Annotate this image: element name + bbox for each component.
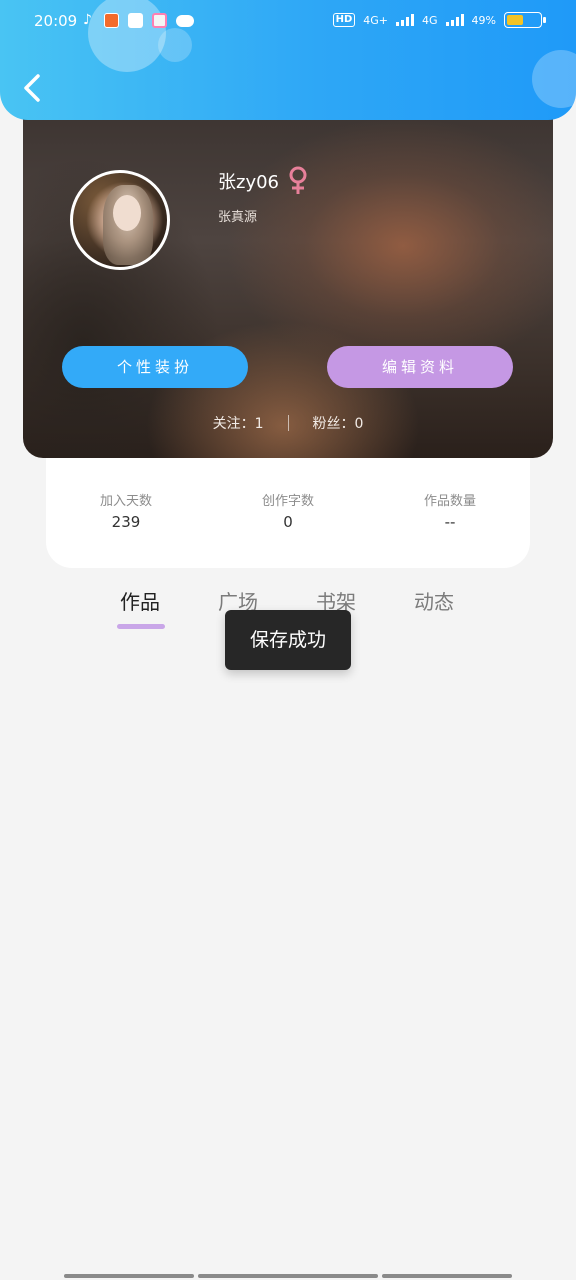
notification-icons: ♪ [80,13,194,28]
back-button[interactable] [18,70,48,106]
stat-value: 239 [111,513,141,531]
fans-count[interactable]: 粉丝：0 [289,413,388,433]
header-bar: 20:09 ♪ HD 4G+ 4G 49% [0,0,576,120]
toast-message: 保存成功 [225,610,351,670]
app-notification-icon [128,13,143,28]
status-time: 20:09 [34,12,78,30]
edit-profile-button[interactable]: 编辑资料 [327,346,513,388]
app-notification-icon [152,13,167,28]
profile-page: 20:09 ♪ HD 4G+ 4G 49% 张zy06 张真源 个性装扮 编辑资… [0,0,576,1280]
tiktok-icon: ♪ [83,12,92,28]
hd-badge: HD [332,13,356,27]
decorate-button[interactable]: 个性装扮 [62,346,248,388]
stat-join-days: 加入天数 239 [46,490,206,531]
cloud-icon [176,14,194,27]
follow-stats: 关注：1 粉丝：0 [23,412,553,434]
stat-value: -- [444,513,456,531]
female-gender-icon [289,166,307,194]
username: 张zy06 [218,172,280,193]
battery-fill [507,15,523,25]
home-indicator[interactable] [64,1274,512,1278]
chevron-left-icon [24,74,40,102]
tab-activity[interactable]: 动态 [386,586,482,615]
avatar[interactable] [70,170,170,270]
stat-label: 作品数量 [423,494,476,509]
stat-label: 加入天数 [99,494,152,509]
status-bar: 20:09 ♪ HD 4G+ 4G 49% [0,0,576,44]
active-tab-indicator [117,624,165,629]
stat-word-count: 创作字数 0 [208,490,368,531]
following-count[interactable]: 关注：1 [189,413,288,433]
stat-value: 0 [283,513,293,531]
signal-icon [445,14,464,26]
system-indicators: HD 4G+ 4G 49% [332,12,546,28]
battery-icon [504,12,546,28]
decorative-bubble [532,50,576,108]
network-label: 4G [422,13,438,27]
network-label: 4G+ [363,13,389,27]
battery-percent: 49% [471,13,496,27]
stats-panel: 加入天数 239 创作字数 0 作品数量 -- [46,458,530,568]
signal-icon [396,14,415,26]
profile-card: 张zy06 张真源 个性装扮 编辑资料 关注：1 粉丝：0 [23,96,553,458]
stat-works-count: 作品数量 -- [370,490,530,531]
app-notification-icon [104,13,119,28]
profile-signature: 张真源 [218,210,258,225]
stat-label: 创作字数 [261,494,314,509]
tab-works[interactable]: 作品 [92,586,188,615]
